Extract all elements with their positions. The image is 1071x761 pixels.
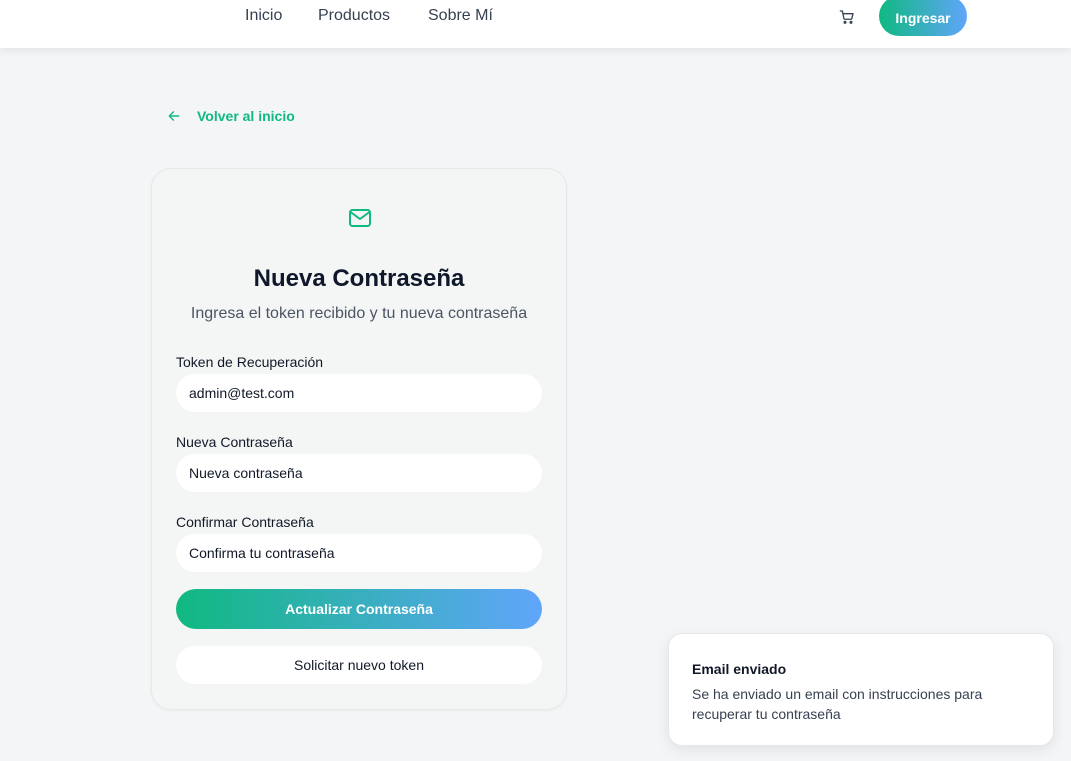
toast-notification: Email enviado Se ha enviado un email con… xyxy=(668,633,1054,746)
new-password-input[interactable] xyxy=(176,454,542,492)
toast-title: Email enviado xyxy=(692,661,787,677)
page-subtitle: Ingresa el token recibido y tu nueva con… xyxy=(190,305,528,322)
top-navbar: Inicio Productos Sobre Mí Ingresar xyxy=(0,0,1071,48)
mail-icon xyxy=(349,209,371,227)
cart-button[interactable] xyxy=(837,7,857,27)
page-title: Nueva Contraseña xyxy=(253,265,465,292)
update-password-button[interactable]: Actualizar Contraseña xyxy=(176,589,542,629)
nav-link-productos[interactable]: Productos xyxy=(318,7,390,25)
confirm-password-label: Confirmar Contraseña xyxy=(176,514,314,530)
token-label: Token de Recuperación xyxy=(176,354,324,370)
login-button[interactable]: Ingresar xyxy=(879,0,967,36)
token-input[interactable] xyxy=(176,374,542,412)
cart-icon xyxy=(839,10,854,24)
confirm-password-input[interactable] xyxy=(176,534,542,572)
toast-message: Se ha enviado un email con instrucciones… xyxy=(692,686,983,722)
arrow-left-icon xyxy=(168,111,180,121)
nav-link-sobre-mi[interactable]: Sobre Mí xyxy=(428,7,493,25)
reset-password-card: Nueva Contraseña Ingresa el token recibi… xyxy=(151,168,567,710)
back-to-home-link[interactable]: Volver al inicio xyxy=(167,107,295,125)
request-new-token-button[interactable]: Solicitar nuevo token xyxy=(176,646,542,684)
back-link-label: Volver al inicio xyxy=(197,108,295,124)
nav-link-inicio[interactable]: Inicio xyxy=(245,7,282,25)
new-password-label: Nueva Contraseña xyxy=(176,434,293,450)
